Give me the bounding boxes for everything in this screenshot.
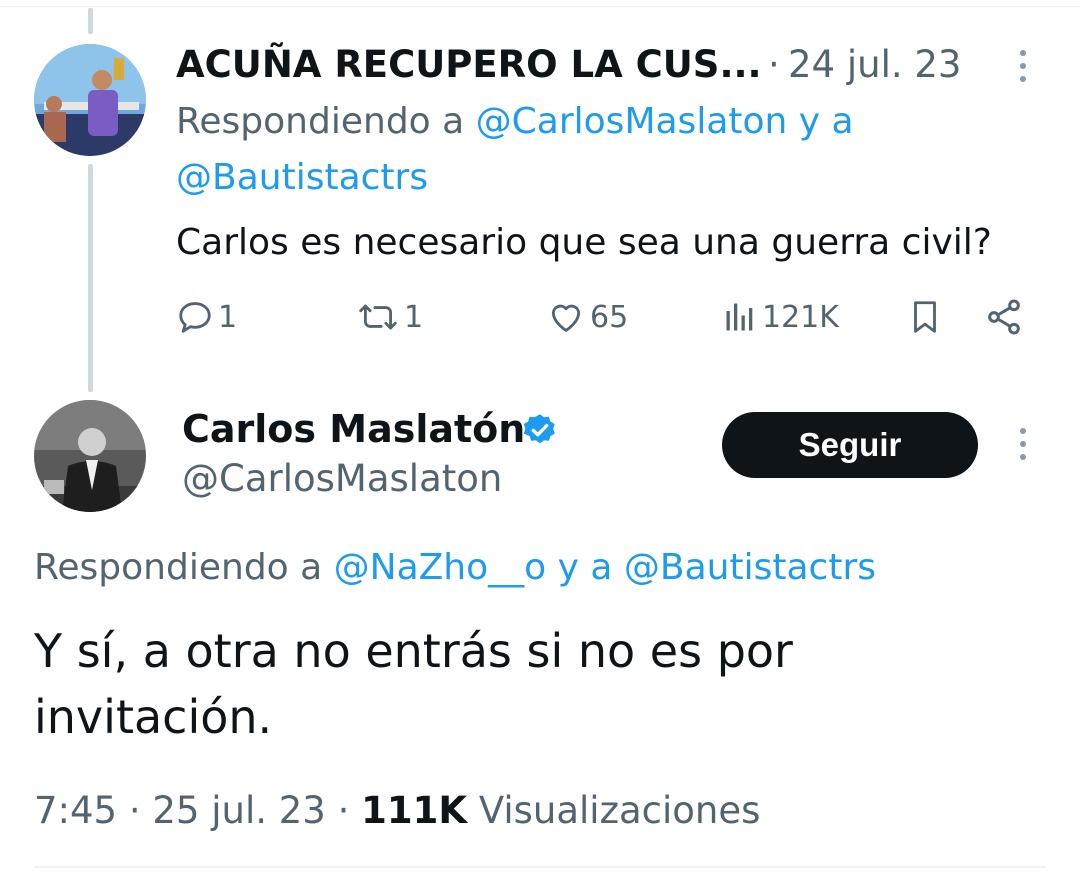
reply-replying-to: Respondiendo a @CarlosMaslaton y a	[176, 100, 854, 144]
mention-link[interactable]: @Bautistactrs	[176, 156, 428, 200]
main-replying-to: Respondiendo a @NaZho__o y a @Bautistact…	[34, 546, 876, 590]
main-author-handle[interactable]: @CarlosMaslaton	[182, 456, 502, 502]
replying-and: y a	[798, 101, 854, 142]
share-icon	[984, 297, 1024, 337]
comment-icon	[176, 298, 214, 336]
mention-link[interactable]: @CarlosMaslaton	[476, 101, 788, 142]
thread-line-top	[88, 8, 93, 34]
replying-prefix: Respondiendo a	[176, 101, 465, 142]
bottom-divider	[34, 866, 1046, 868]
main-author-name[interactable]: Carlos Maslatón	[182, 406, 525, 452]
reply-date[interactable]: 24 jul. 23	[788, 42, 961, 88]
reply-count: 1	[218, 299, 238, 335]
replying-prefix: Respondiendo a	[34, 547, 323, 588]
reply-author-name[interactable]: ACUÑA RECUPERO LA CUS...	[176, 42, 762, 88]
analytics-icon	[722, 298, 758, 336]
reply-more-icon[interactable]	[1018, 50, 1028, 82]
main-more-icon[interactable]	[1018, 428, 1028, 460]
mention-link[interactable]: @NaZho__o	[334, 547, 547, 588]
views-button[interactable]: 121K	[722, 294, 839, 340]
thread-connector-line	[88, 164, 93, 392]
reply-date-separator: ·	[768, 43, 780, 86]
meta-separator: ·	[337, 789, 350, 832]
retweet-icon	[356, 298, 400, 336]
like-count: 65	[590, 299, 629, 335]
main-author-avatar[interactable]	[34, 400, 146, 512]
mention-link[interactable]: @Bautistactrs	[624, 547, 876, 588]
tweet-date[interactable]: 25 jul. 23	[152, 789, 325, 832]
reply-tweet-text: Carlos es necesario que sea una guerra c…	[176, 222, 992, 263]
views-count: 121K	[762, 299, 839, 335]
heart-icon	[546, 298, 586, 336]
views-label: Visualizaciones	[478, 789, 761, 832]
share-button[interactable]	[984, 294, 1024, 340]
reply-button[interactable]: 1	[176, 294, 237, 340]
tweet-time[interactable]: 7:45	[34, 789, 117, 832]
retweet-button[interactable]: 1	[356, 294, 423, 340]
main-tweet-text-line1: Y sí, a otra no entrás si no es por	[34, 624, 793, 678]
top-divider	[0, 6, 1080, 7]
follow-button[interactable]: Seguir	[722, 412, 978, 478]
meta-separator: ·	[128, 789, 141, 832]
main-tweet-text-line2: invitación.	[34, 690, 273, 744]
replying-and: y a	[557, 547, 613, 588]
verified-badge-icon	[522, 412, 558, 448]
views-total: 111K	[361, 789, 468, 832]
bookmark-button[interactable]	[906, 294, 944, 340]
like-button[interactable]: 65	[546, 294, 628, 340]
tweet-metadata: 7:45 · 25 jul. 23 · 111K Visualizaciones	[34, 788, 760, 834]
bookmark-icon	[906, 296, 944, 338]
reply-author-avatar[interactable]	[34, 44, 146, 156]
retweet-count: 1	[404, 299, 424, 335]
